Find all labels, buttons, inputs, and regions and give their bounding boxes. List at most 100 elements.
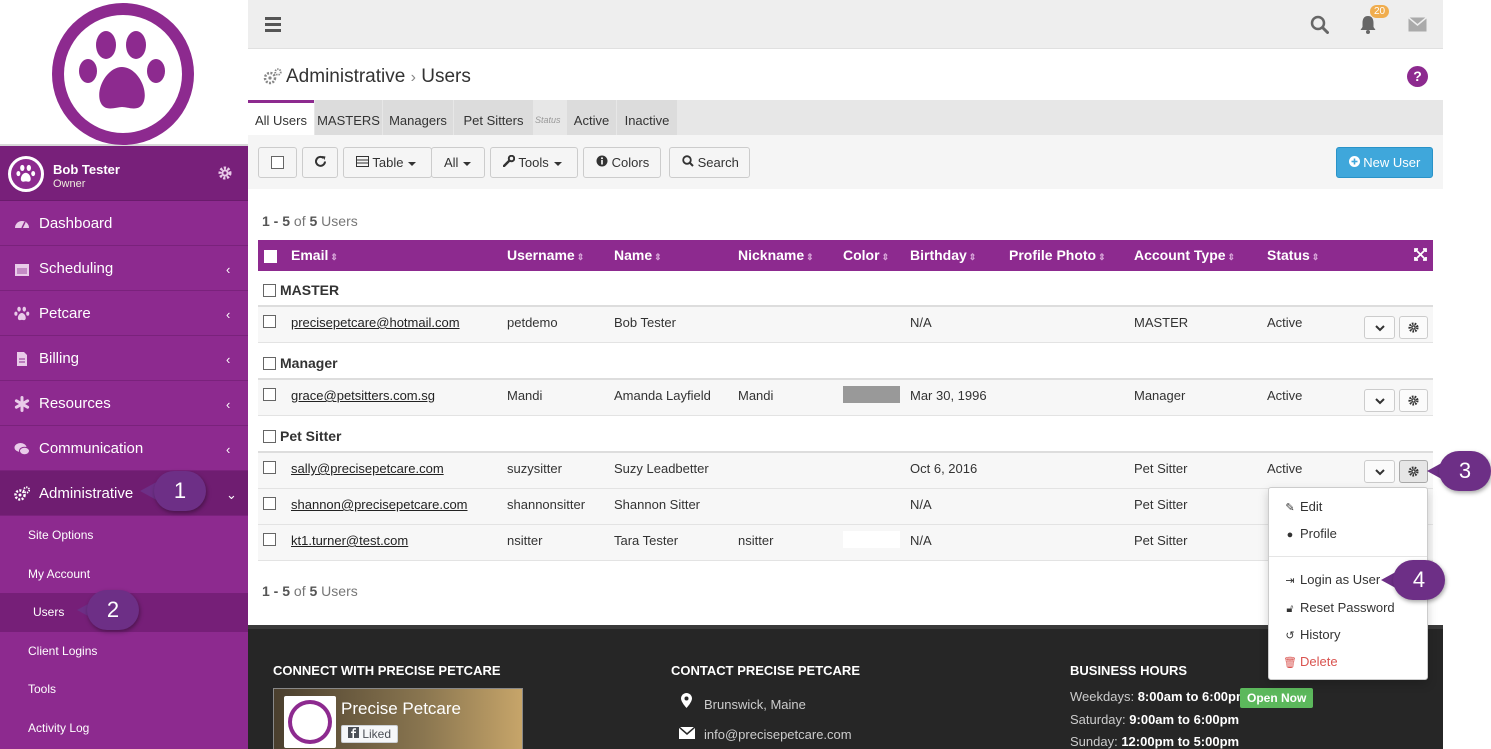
col-email[interactable]: Email ⇕ (291, 247, 338, 263)
nav-dashboard[interactable]: Dashboard (0, 201, 248, 246)
tools-button[interactable]: Tools (490, 147, 578, 178)
tab-inactive[interactable]: Inactive (617, 100, 677, 135)
expand-icon[interactable] (1414, 248, 1427, 261)
refresh-button[interactable] (302, 147, 338, 178)
subnav-site-options[interactable]: Site Options (0, 516, 248, 555)
chevron-down-icon (1374, 325, 1385, 332)
callout-1: 1 (140, 471, 206, 511)
tab-pet-sitters[interactable]: Pet Sitters (454, 100, 533, 135)
chevron-left-icon: ‹ (226, 442, 231, 457)
hamburger-menu-icon[interactable] (265, 17, 281, 35)
col-profile-photo[interactable]: Profile Photo ⇕ (1009, 247, 1106, 263)
caret-down-icon (553, 161, 562, 166)
tab-all-users[interactable]: All Users (248, 100, 314, 135)
row-checkbox[interactable] (263, 461, 276, 474)
nav-label: Communication (39, 440, 144, 457)
col-name[interactable]: Name ⇕ (614, 247, 662, 263)
row-expand-button[interactable] (1364, 316, 1395, 339)
nav-petcare[interactable]: Petcare ‹ (0, 291, 248, 336)
row-checkbox[interactable] (263, 533, 276, 546)
chevron-left-icon: ‹ (226, 397, 231, 412)
nav-administrative[interactable]: Administrative ⌄ (0, 471, 248, 516)
select-all-checkbox[interactable] (264, 250, 277, 263)
help-icon[interactable]: ? (1407, 66, 1428, 87)
row-expand-button[interactable] (1364, 460, 1395, 483)
col-birthday[interactable]: Birthday ⇕ (910, 247, 976, 263)
nav-label: Scheduling (39, 260, 114, 277)
envelope-icon[interactable] (1408, 17, 1427, 32)
menu-item-edit[interactable]: ✎ Edit (1283, 499, 1322, 514)
group-checkbox[interactable] (263, 284, 276, 297)
row-checkbox[interactable] (263, 388, 276, 401)
col-status[interactable]: Status ⇕ (1267, 247, 1319, 263)
facebook-widget[interactable]: Precise Petcare Liked (273, 688, 523, 749)
table-row[interactable]: grace@petsitters.com.sg Mandi Amanda Lay… (258, 380, 1433, 416)
subnav-my-account[interactable]: My Account (0, 555, 248, 594)
row-settings-button[interactable] (1399, 460, 1428, 483)
gears-icon (14, 486, 30, 501)
group-checkbox[interactable] (263, 430, 276, 443)
caret-down-icon (408, 161, 417, 166)
facebook-page-name[interactable]: Precise Petcare (341, 699, 461, 719)
col-account-type[interactable]: Account Type ⇕ (1134, 247, 1235, 263)
menu-item-login-as-user[interactable]: ⇥ Login as User (1283, 572, 1380, 587)
search-button[interactable]: Search (669, 147, 750, 178)
facebook-liked-button[interactable]: Liked (341, 725, 399, 743)
breadcrumb-section[interactable]: Administrative (286, 66, 405, 87)
subnav-client-logins[interactable]: Client Logins (0, 632, 248, 671)
footer-email[interactable]: info@precisepetcare.com (704, 727, 852, 742)
menu-item-history[interactable]: ↺ History (1283, 627, 1340, 642)
table-header: Email ⇕ Username ⇕ Name ⇕ Nickname ⇕ Color ⇕ … (258, 240, 1433, 271)
envelope-icon (679, 727, 695, 739)
table-row[interactable]: sally@precisepetcare.com suzysitter Suzy… (258, 453, 1433, 489)
table-row[interactable]: shannon@precisepetcare.com shannonsitter… (258, 489, 1433, 525)
paw-logo[interactable] (52, 3, 194, 145)
email-link[interactable]: shannon@precisepetcare.com (291, 497, 468, 512)
row-settings-button[interactable] (1399, 389, 1428, 412)
email-link[interactable]: kt1.turner@test.com (291, 533, 408, 548)
chevron-left-icon: ‹ (226, 307, 231, 322)
nav-label: Petcare (39, 305, 91, 322)
gear-icon[interactable] (217, 165, 233, 181)
menu-divider (1269, 556, 1427, 557)
menu-item-profile[interactable]: ● Profile (1283, 526, 1337, 541)
nav-billing[interactable]: Billing ‹ (0, 336, 248, 381)
table-row[interactable]: kt1.turner@test.com nsitter Tara Tester … (258, 525, 1433, 561)
table-view-button[interactable]: Table (343, 147, 432, 178)
tab-managers[interactable]: Managers (383, 100, 453, 135)
menu-item-reset-password[interactable]: 🔓︎ Reset Password (1283, 600, 1394, 616)
table-row[interactable]: precisepetcare@hotmail.com petdemo Bob T… (258, 307, 1433, 343)
subnav-tools[interactable]: Tools (0, 670, 248, 709)
user-role: Owner (53, 178, 86, 190)
table-icon (356, 156, 369, 167)
row-settings-button[interactable] (1399, 316, 1428, 339)
trash-icon: 🗑︎ (1283, 657, 1297, 669)
col-nickname[interactable]: Nickname ⇕ (738, 247, 814, 263)
paw-icon (79, 31, 165, 109)
footer-connect-title: CONNECT WITH PRECISE PETCARE (273, 663, 501, 678)
nav-resources[interactable]: Resources ‹ (0, 381, 248, 426)
select-all-button[interactable] (258, 147, 297, 178)
email-link[interactable]: sally@precisepetcare.com (291, 461, 444, 476)
avatar[interactable] (8, 156, 44, 192)
checkbox[interactable] (271, 156, 284, 169)
new-user-button[interactable]: New User (1336, 147, 1433, 178)
search-icon[interactable] (1310, 15, 1329, 34)
sign-in-icon: ⇥ (1285, 575, 1295, 587)
tab-masters[interactable]: MASTERS (315, 100, 382, 135)
email-link[interactable]: precisepetcare@hotmail.com (291, 315, 460, 330)
nav-communication[interactable]: Communication ‹ (0, 426, 248, 471)
col-username[interactable]: Username ⇕ (507, 247, 584, 263)
nav-scheduling[interactable]: Scheduling ‹ (0, 246, 248, 291)
row-checkbox[interactable] (263, 497, 276, 510)
group-checkbox[interactable] (263, 357, 276, 370)
menu-item-delete[interactable]: 🗑︎ Delete (1283, 654, 1338, 669)
tab-active[interactable]: Active (567, 100, 616, 135)
row-expand-button[interactable] (1364, 389, 1395, 412)
subnav-activity-log[interactable]: Activity Log (0, 709, 248, 748)
filter-all-button[interactable]: All (431, 147, 485, 178)
col-color[interactable]: Color ⇕ (843, 247, 889, 263)
colors-button[interactable]: Colors (583, 147, 661, 178)
row-checkbox[interactable] (263, 315, 276, 328)
email-link[interactable]: grace@petsitters.com.sg (291, 388, 435, 403)
